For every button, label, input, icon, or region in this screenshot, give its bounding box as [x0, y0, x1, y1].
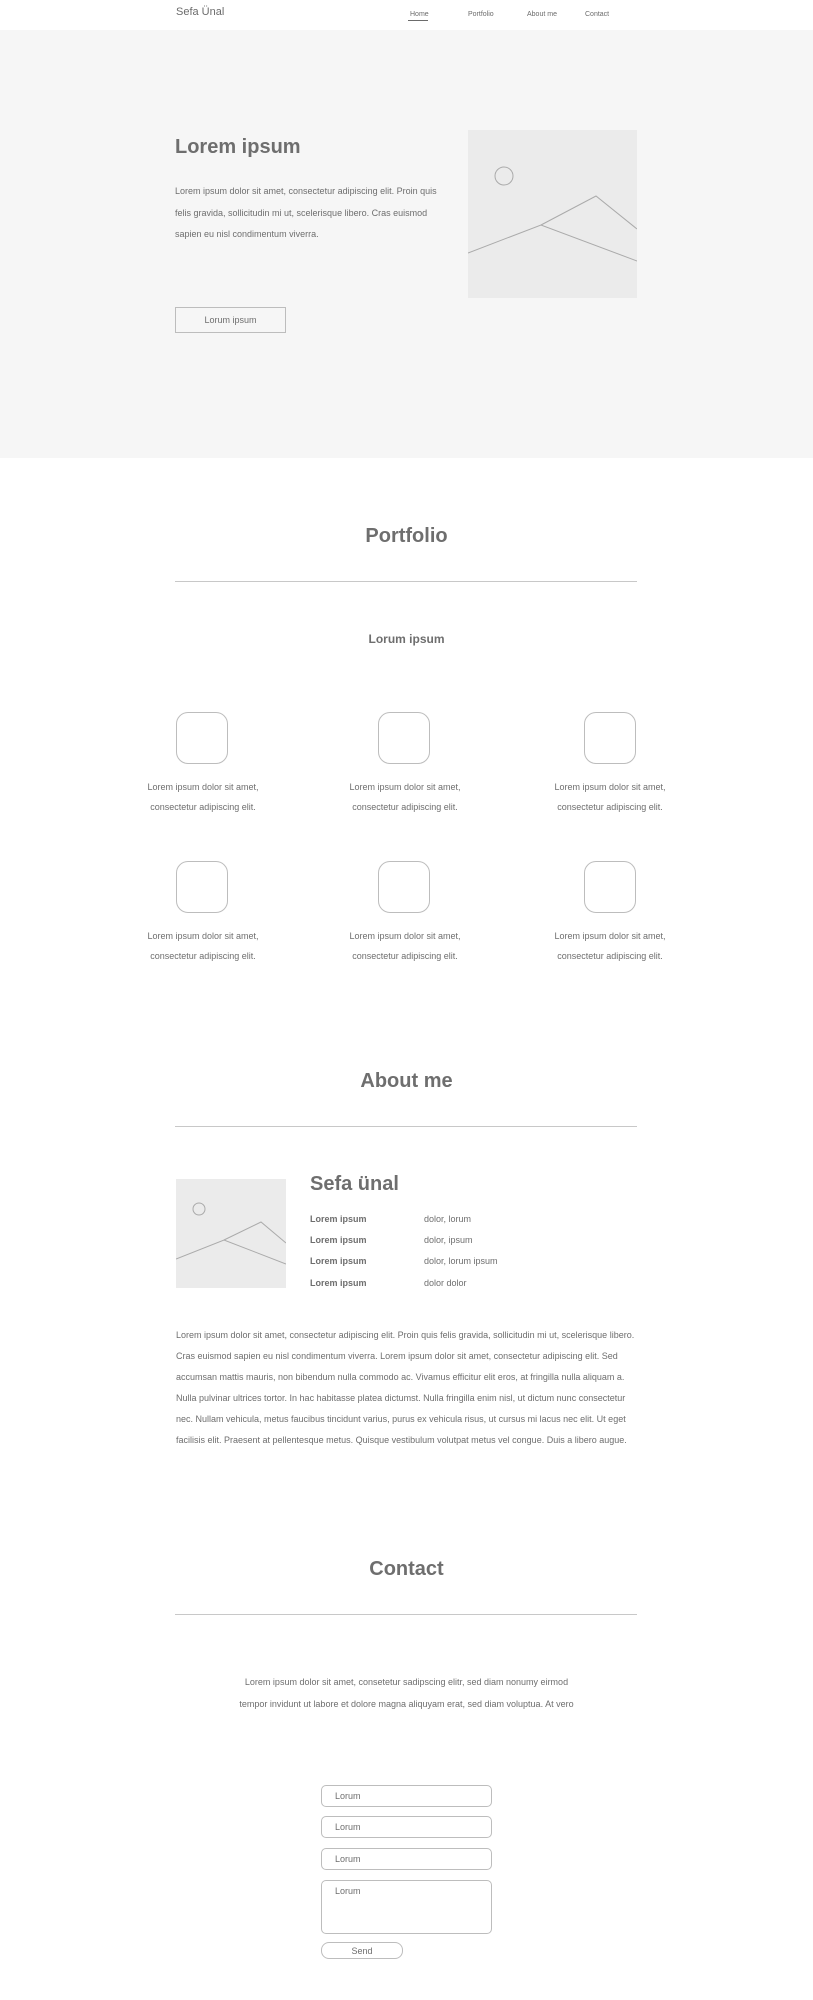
field-placeholder: Lorum — [335, 1822, 361, 1832]
about-name: Sefa ünal — [310, 1173, 399, 1195]
about-divider — [175, 1126, 637, 1127]
about-detail-value: dolor dolor — [424, 1278, 467, 1288]
contact-field-2[interactable]: Lorum — [321, 1816, 492, 1838]
portfolio-item-icon[interactable] — [584, 861, 636, 913]
portfolio-item-text: Lorem ipsum dolor sit amet, consectetur … — [147, 931, 259, 961]
hero-text: Lorem ipsum dolor sit amet, consectetur … — [175, 186, 437, 239]
contact-title: Contact — [369, 1558, 444, 1580]
about-detail-label: Lorem ipsum — [310, 1214, 367, 1224]
contact-field-3[interactable]: Lorum — [321, 1848, 492, 1870]
nav-active-indicator — [408, 20, 428, 21]
about-title: About me — [360, 1070, 453, 1092]
about-detail-label: Lorem ipsum — [310, 1278, 367, 1288]
contact-intro-text: Lorem ipsum dolor sit amet, consetetur s… — [239, 1677, 574, 1709]
portfolio-subtitle: Lorum ipsum — [368, 632, 445, 646]
field-placeholder: Lorum — [335, 1886, 361, 1896]
field-placeholder: Lorum — [335, 1791, 361, 1801]
about-detail-value: dolor, lorum ipsum — [424, 1256, 498, 1266]
about-paragraph: Lorem ipsum dolor sit amet, consectetur … — [176, 1330, 635, 1445]
nav-about-me[interactable]: About me — [527, 11, 557, 18]
field-placeholder: Lorum — [335, 1854, 361, 1864]
portfolio-item-icon[interactable] — [176, 861, 228, 913]
image-placeholder-icon — [175, 1179, 287, 1288]
portfolio-item-icon[interactable] — [584, 712, 636, 764]
nav-portfolio[interactable]: Portfolio — [468, 11, 494, 18]
contact-field-1[interactable]: Lorum — [321, 1785, 492, 1807]
portfolio-item-text: Lorem ipsum dolor sit amet, consectetur … — [554, 782, 666, 812]
site-header: Sefa Ünal Home Portfolio About me Contac… — [0, 0, 813, 30]
about-detail-value: dolor, ipsum — [424, 1235, 473, 1245]
hero-title: Lorem ipsum — [175, 136, 301, 158]
contact-divider — [175, 1614, 637, 1615]
about-detail-label: Lorem ipsum — [310, 1256, 367, 1266]
hero-cta-button[interactable]: Lorum ipsum — [175, 307, 286, 333]
contact-message-field[interactable]: Lorum — [321, 1880, 492, 1934]
portfolio-item-icon[interactable] — [378, 712, 430, 764]
portfolio-item-icon[interactable] — [176, 712, 228, 764]
send-button[interactable]: Send — [321, 1942, 403, 1959]
about-detail-label: Lorem ipsum — [310, 1235, 367, 1245]
portfolio-item-text: Lorem ipsum dolor sit amet, consectetur … — [147, 782, 259, 812]
about-detail-value: dolor, lorum — [424, 1214, 472, 1224]
brand-name[interactable]: Sefa Ünal — [176, 6, 224, 18]
portfolio-title: Portfolio — [365, 525, 448, 547]
portfolio-item-icon[interactable] — [378, 861, 430, 913]
portfolio-item-text: Lorem ipsum dolor sit amet, consectetur … — [349, 782, 461, 812]
portfolio-item-text: Lorem ipsum dolor sit amet, consectetur … — [349, 931, 461, 961]
portfolio-divider — [175, 581, 637, 582]
image-placeholder-icon — [467, 130, 638, 298]
portfolio-item-text: Lorem ipsum dolor sit amet, consectetur … — [554, 931, 666, 961]
nav-home[interactable]: Home — [410, 11, 429, 18]
nav-contact[interactable]: Contact — [585, 11, 609, 18]
